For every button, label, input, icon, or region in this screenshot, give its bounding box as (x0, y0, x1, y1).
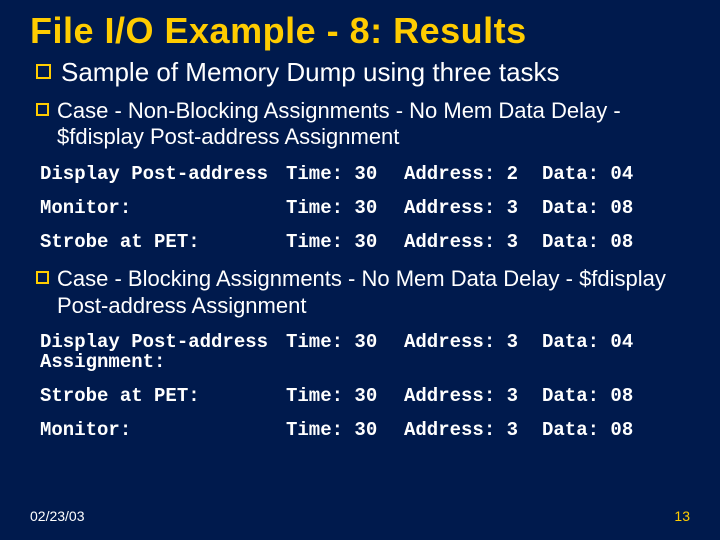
slide-title: File I/O Example - 8: Results (30, 10, 690, 52)
row-label: Monitor: (40, 199, 286, 219)
row-label: Monitor: (40, 421, 286, 441)
footer-page: 13 (674, 508, 690, 524)
row-time: Time: 30 (286, 199, 404, 219)
table-row: Strobe at PET: Time: 30 Address: 3 Data:… (40, 233, 690, 253)
case1-heading: Case - Non-Blocking Assignments - No Mem… (57, 98, 690, 151)
footer-date: 02/23/03 (30, 508, 85, 524)
case2-table: Display Post-address Assignment: Time: 3… (40, 333, 690, 441)
row-data: Data: 04 (542, 165, 633, 185)
row-time: Time: 30 (286, 333, 404, 373)
table-row: Monitor: Time: 30 Address: 3 Data: 08 (40, 199, 690, 219)
row-time: Time: 30 (286, 233, 404, 253)
table-row: Display Post-address Assignment: Time: 3… (40, 333, 690, 373)
row-label: Strobe at PET: (40, 233, 286, 253)
table-row: Strobe at PET: Time: 30 Address: 3 Data:… (40, 387, 690, 407)
row-label: Display Post-address (40, 165, 286, 185)
row-addr: Address: 3 (404, 333, 542, 373)
row-time: Time: 30 (286, 421, 404, 441)
row-time: Time: 30 (286, 387, 404, 407)
row-addr: Address: 3 (404, 199, 542, 219)
footer: 02/23/03 13 (30, 508, 690, 524)
bullet-icon (36, 103, 49, 116)
row-addr: Address: 3 (404, 421, 542, 441)
row-data: Data: 08 (542, 233, 633, 253)
bullet-icon (36, 64, 51, 79)
row-addr: Address: 3 (404, 233, 542, 253)
row-data: Data: 08 (542, 387, 633, 407)
main-bullet: Sample of Memory Dump using three tasks (36, 58, 690, 88)
row-data: Data: 08 (542, 199, 633, 219)
bullet-icon (36, 271, 49, 284)
row-addr: Address: 2 (404, 165, 542, 185)
slide: File I/O Example - 8: Results Sample of … (0, 0, 720, 540)
case2-bullet: Case - Blocking Assignments - No Mem Dat… (36, 266, 690, 319)
row-data: Data: 08 (542, 421, 633, 441)
row-label: Strobe at PET: (40, 387, 286, 407)
case1-table: Display Post-address Time: 30 Address: 2… (40, 165, 690, 253)
case2-heading: Case - Blocking Assignments - No Mem Dat… (57, 266, 690, 319)
case1-bullet: Case - Non-Blocking Assignments - No Mem… (36, 98, 690, 151)
main-bullet-text: Sample of Memory Dump using three tasks (61, 58, 560, 88)
row-time: Time: 30 (286, 165, 404, 185)
row-data: Data: 04 (542, 333, 633, 373)
row-addr: Address: 3 (404, 387, 542, 407)
row-label: Display Post-address Assignment: (40, 333, 286, 373)
table-row: Monitor: Time: 30 Address: 3 Data: 08 (40, 421, 690, 441)
table-row: Display Post-address Time: 30 Address: 2… (40, 165, 690, 185)
